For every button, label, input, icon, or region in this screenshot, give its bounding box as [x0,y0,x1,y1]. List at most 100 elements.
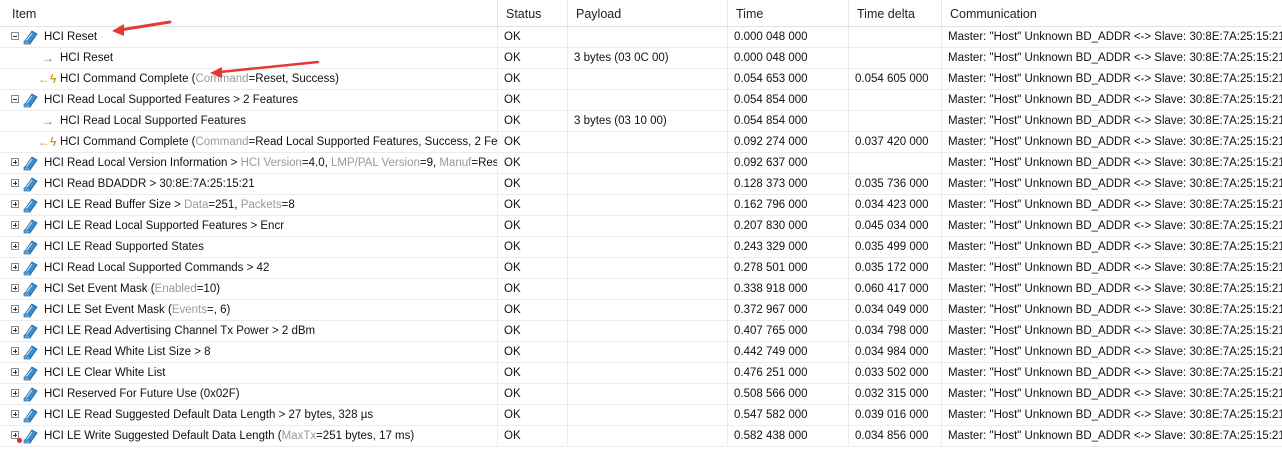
item-label: HCI Reset [44,27,97,47]
packet-icon [23,323,39,339]
status-cell: OK [498,237,568,257]
table-row[interactable]: HCI Reset OK 0.000 048 000 Master: "Host" U… [0,27,1282,48]
expand-icon[interactable] [11,305,19,313]
item-name: HCI Reserved For Future Use (0x02F) [44,388,240,400]
table-row[interactable]: ←ϟ HCI Command Complete (Command=Reset, S… [0,69,1282,90]
time-delta-cell: 0.035 736 000 [849,174,942,194]
status-cell: OK [498,300,568,320]
table-row[interactable]: HCI LE Read Local Supported Features > E… [0,216,1282,237]
expand-icon[interactable] [11,263,19,271]
communication-cell: Master: "Host" Unknown BD_ADDR <-> Slave… [948,136,1282,148]
item-name: HCI Read Local Supported Commands > 42 [44,262,270,274]
time-cell: 0.092 637 000 [728,153,849,173]
communication-cell: Master: "Host" Unknown BD_ADDR <-> Slave… [948,304,1282,316]
time-cell: 0.054 854 000 [728,90,849,110]
payload-cell [568,153,728,173]
param-name: Packets [240,199,282,211]
table-row[interactable]: HCI Read Local Version Information > HCI… [0,153,1282,174]
time-cell: 0.442 749 000 [728,342,849,362]
table-row[interactable]: HCI LE Set Event Mask (Events=, 6) OK 0.37… [0,300,1282,321]
param-name: MaxTx [281,430,317,442]
table-row[interactable]: HCI LE Read White List Size > 8 OK 0.442 7… [0,342,1282,363]
time-delta-cell: 0.032 315 000 [849,384,942,404]
column-header-time-delta[interactable]: Time delta [849,0,942,26]
column-header-item[interactable]: Item [0,0,498,26]
item-name: HCI Set Event Mask ( [44,283,155,295]
payload-cell [568,342,728,362]
table-row[interactable]: HCI LE Read Supported States OK 0.243 329 … [0,237,1282,258]
table-row[interactable]: HCI LE Read Advertising Channel Tx Power… [0,321,1282,342]
item-cell: HCI LE Clear White List [0,363,498,383]
collapse-icon[interactable] [11,95,19,103]
command-arrow-icon: → [42,114,54,128]
table-row[interactable]: HCI Read Local Supported Commands > 42 OK… [0,258,1282,279]
item-label: HCI LE Read Buffer Size > Data=251, Pack… [44,195,295,215]
column-header-time[interactable]: Time [728,0,849,26]
expand-icon[interactable] [11,347,19,355]
status-cell: OK [498,342,568,362]
communication-cell: Master: "Host" Unknown BD_ADDR <-> Slave… [948,430,1282,442]
table-row[interactable]: HCI Reserved For Future Use (0x02F) OK 0.5… [0,384,1282,405]
communication-cell: Master: "Host" Unknown BD_ADDR <-> Slave… [948,409,1282,421]
table-row[interactable]: HCI LE Read Suggested Default Data Lengt… [0,405,1282,426]
expand-icon[interactable] [11,326,19,334]
time-cell: 0.092 274 000 [728,132,849,152]
table-row[interactable]: HCI LE Clear White List OK 0.476 251 000 0.… [0,363,1282,384]
expand-icon[interactable] [11,221,19,229]
packet-icon [23,386,39,402]
collapse-icon[interactable] [11,32,19,40]
expand-icon[interactable] [11,284,19,292]
table-row[interactable]: HCI LE Read Buffer Size > Data=251, Pack… [0,195,1282,216]
expand-icon[interactable] [11,179,19,187]
payload-cell: 3 bytes (03 10 00) [568,111,728,131]
expand-icon[interactable] [11,410,19,418]
status-cell: OK [498,174,568,194]
table-row[interactable]: → HCI Reset OK 3 bytes (03 0C 00) 0.000 048 … [0,48,1282,69]
payload-cell: 3 bytes (03 0C 00) [568,48,728,68]
expand-icon[interactable] [11,389,19,397]
time-cell: 0.372 967 000 [728,300,849,320]
time-delta-cell: 0.034 049 000 [849,300,942,320]
param-name: LMP/PAL Version [331,157,420,169]
table-row[interactable]: → HCI Read Local Supported Features OK 3 by… [0,111,1282,132]
item-cell: HCI LE Read Local Supported Features > E… [0,216,498,236]
packet-icon [23,218,39,234]
item-cell: HCI LE Read Suggested Default Data Lengt… [0,405,498,425]
time-cell: 0.054 653 000 [728,69,849,89]
item-label: HCI Set Event Mask (Enabled=10) [44,279,220,299]
column-header-communication[interactable]: Communication [942,0,1282,26]
item-cell: HCI Reset [0,27,498,47]
time-cell: 0.000 048 000 [728,27,849,47]
expand-icon[interactable] [11,368,19,376]
status-cell: OK [498,363,568,383]
item-label: HCI LE Read Local Supported Features > E… [44,216,284,236]
expand-icon[interactable] [11,242,19,250]
event-response-icon: ←ϟ [38,135,57,149]
packet-icon [23,281,39,297]
event-response-icon: ←ϟ [38,72,57,86]
time-cell: 0.476 251 000 [728,363,849,383]
communication-cell: Master: "Host" Unknown BD_ADDR <-> Slave… [948,283,1282,295]
payload-cell [568,300,728,320]
time-cell: 0.207 830 000 [728,216,849,236]
table-row[interactable]: HCI Set Event Mask (Enabled=10) OK 0.338 9… [0,279,1282,300]
param-value: =251 bytes, 17 ms) [316,430,415,442]
packet-icon [23,302,39,318]
expand-icon[interactable] [11,200,19,208]
table-row[interactable]: ←ϟ HCI Command Complete (Command=Read Loc… [0,132,1282,153]
table-row[interactable]: HCI Read BDADDR > 30:8E:7A:25:15:21 OK 0.1… [0,174,1282,195]
status-cell: OK [498,279,568,299]
item-cell: HCI Read BDADDR > 30:8E:7A:25:15:21 [0,174,498,194]
time-cell: 0.054 854 000 [728,111,849,131]
column-header-payload[interactable]: Payload [568,0,728,26]
item-label: HCI LE Read White List Size > 8 [44,342,211,362]
table-row[interactable]: HCI Read Local Supported Features > 2 Fe… [0,90,1282,111]
expand-icon[interactable] [11,158,19,166]
packet-icon [23,239,39,255]
status-cell: OK [498,321,568,341]
payload-cell [568,195,728,215]
communication-cell: Master: "Host" Unknown BD_ADDR <-> Slave… [948,346,1282,358]
column-header-status[interactable]: Status [498,0,568,26]
table-row[interactable]: HCI LE Write Suggested Default Data Leng… [0,426,1282,447]
item-label: HCI Read Local Supported Features [60,111,246,131]
